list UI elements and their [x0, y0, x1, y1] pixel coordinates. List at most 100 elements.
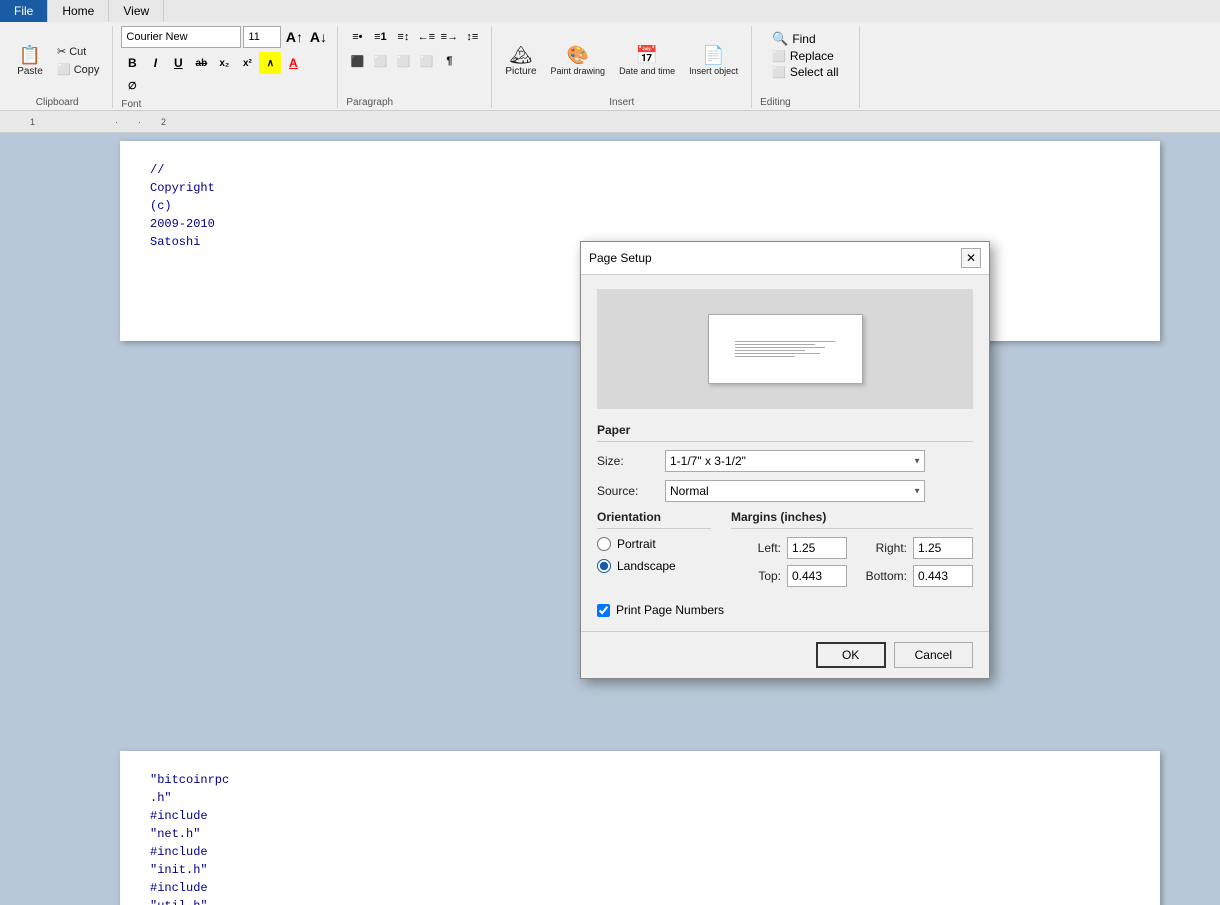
- preview-line: [735, 356, 795, 357]
- print-page-numbers-row: Print Page Numbers: [597, 603, 973, 617]
- editing-label: Editing: [760, 97, 791, 108]
- size-row: Size: 1-1/7" x 3-1/2" Letter A4 Legal: [597, 450, 973, 472]
- landscape-radio[interactable]: [597, 559, 611, 573]
- strikethrough-button[interactable]: ab: [190, 52, 212, 74]
- source-select-wrapper: Normal Tray 1 Tray 2: [665, 480, 925, 502]
- superscript-button[interactable]: x²: [236, 52, 258, 74]
- shrink-font-button[interactable]: A↓: [307, 26, 329, 48]
- replace-button[interactable]: ⬜ Replace: [768, 48, 842, 64]
- list-bullet-button[interactable]: ≡•: [346, 26, 368, 48]
- preview-line: [735, 350, 805, 351]
- indent-inc-button[interactable]: ≡→: [438, 26, 460, 48]
- picture-button[interactable]: 🏔 Picture: [500, 42, 541, 80]
- underline-button[interactable]: U: [167, 52, 189, 74]
- multilevel-list-button[interactable]: ≡↕: [392, 26, 414, 48]
- orientation-section: Orientation Portrait Landscape: [597, 510, 711, 593]
- paper-section-label: Paper: [597, 423, 973, 442]
- list-number-button[interactable]: ≡1: [369, 26, 391, 48]
- paper-source-select[interactable]: Normal Tray 1 Tray 2: [665, 480, 925, 502]
- copy-button[interactable]: ⬜ Copy: [52, 61, 104, 78]
- document-text-bottom: "bitcoinrpc .h" #include "net.h" #includ…: [150, 771, 1130, 905]
- margins-section: Margins (inches) Left: Top:: [731, 510, 973, 593]
- margins-right-bottom: Right: Bottom:: [857, 537, 973, 593]
- document-paper-bottom[interactable]: "bitcoinrpc .h" #include "net.h" #includ…: [120, 751, 1160, 905]
- highlight-button[interactable]: ∧: [259, 52, 281, 74]
- dialog-titlebar: Page Setup ✕: [581, 242, 989, 275]
- portrait-radio[interactable]: [597, 537, 611, 551]
- dialog-close-button[interactable]: ✕: [961, 248, 981, 268]
- bottom-margin-input[interactable]: [913, 565, 973, 587]
- font-size-input[interactable]: [243, 26, 281, 48]
- page-setup-dialog: Page Setup ✕: [580, 241, 990, 679]
- ribbon-group-paragraph: ≡• ≡1 ≡↕ ←≡ ≡→ ↕≡ ⬛ ⬜ ⬜ ⬜ ¶ Paragraph: [338, 26, 492, 108]
- subscript-button[interactable]: x₂: [213, 52, 235, 74]
- top-margin-row: Top:: [731, 565, 847, 587]
- preview-lines: [729, 335, 841, 363]
- orientation-label: Orientation: [597, 510, 711, 529]
- line-spacing-button[interactable]: ↕≡: [461, 26, 483, 48]
- paint-drawing-button[interactable]: 🎨 Paint drawing: [546, 42, 611, 79]
- ribbon-tabs: File Home View: [0, 0, 1220, 22]
- italic-button[interactable]: I: [144, 52, 166, 74]
- preview-line: [735, 353, 820, 354]
- margins-left-top: Left: Top:: [731, 537, 847, 593]
- justify-button[interactable]: ⬜: [415, 50, 437, 72]
- preview-line: [735, 347, 825, 348]
- bold-button[interactable]: B: [121, 52, 143, 74]
- paste-button[interactable]: 📋 Paste: [10, 42, 50, 80]
- insert-icon: 📄: [702, 45, 724, 66]
- find-button[interactable]: 🔍 Find: [768, 30, 842, 48]
- align-center-button[interactable]: ⬜: [369, 50, 391, 72]
- ok-button[interactable]: OK: [816, 642, 886, 668]
- dialog-title: Page Setup: [589, 251, 652, 265]
- tab-file[interactable]: File: [0, 0, 48, 22]
- paste-icon: 📋: [19, 45, 41, 66]
- font-name-input[interactable]: [121, 26, 241, 48]
- font-name-row: A↑ A↓: [121, 26, 329, 48]
- show-hide-button[interactable]: ¶: [438, 50, 460, 72]
- align-right-button[interactable]: ⬜: [392, 50, 414, 72]
- cut-button[interactable]: ✂ Cut: [52, 43, 104, 60]
- left-margin-input[interactable]: [787, 537, 847, 559]
- right-margin-input[interactable]: [913, 537, 973, 559]
- page-preview: [708, 314, 863, 384]
- clipboard-label: Clipboard: [36, 97, 79, 108]
- paragraph-label: Paragraph: [346, 97, 393, 108]
- insert-label: Insert: [609, 97, 634, 108]
- font-color-button[interactable]: A: [282, 52, 304, 74]
- portrait-label: Portrait: [617, 537, 656, 551]
- bottom-margin-row: Bottom:: [857, 565, 973, 587]
- left-label: Left:: [731, 541, 781, 555]
- ribbon-group-font: A↑ A↓ B I U ab x₂ x² ∧ A ∅ Font: [113, 26, 338, 108]
- cut-copy-col: ✂ Cut ⬜ Copy: [52, 43, 104, 78]
- find-icon: 🔍: [772, 31, 788, 47]
- date-time-button[interactable]: 📅 Date and time: [614, 42, 680, 79]
- align-left-button[interactable]: ⬛: [346, 50, 368, 72]
- size-label: Size:: [597, 454, 657, 468]
- clear-format-button[interactable]: ∅: [121, 75, 143, 97]
- landscape-row: Landscape: [597, 559, 711, 573]
- paragraph-top-btns: ≡• ≡1 ≡↕ ←≡ ≡→ ↕≡: [346, 26, 483, 48]
- select-all-button[interactable]: ⬜ Select all: [768, 64, 842, 80]
- source-label: Source:: [597, 484, 657, 498]
- paragraph-controls: ≡• ≡1 ≡↕ ←≡ ≡→ ↕≡ ⬛ ⬜ ⬜ ⬜ ¶: [346, 26, 483, 95]
- tab-home[interactable]: Home: [48, 0, 109, 22]
- paragraph-bottom-btns: ⬛ ⬜ ⬜ ⬜ ¶: [346, 50, 483, 72]
- right-margin-row: Right:: [857, 537, 973, 559]
- indent-dec-button[interactable]: ←≡: [415, 26, 437, 48]
- grow-font-button[interactable]: A↑: [283, 26, 305, 48]
- insert-object-button[interactable]: 📄 Insert object: [684, 42, 743, 79]
- print-page-numbers-checkbox[interactable]: [597, 604, 610, 617]
- tab-view[interactable]: View: [109, 0, 164, 22]
- scissors-icon: ✂: [57, 45, 66, 58]
- top-label: Top:: [731, 569, 781, 583]
- font-label: Font: [121, 99, 141, 110]
- format-buttons: B I U ab x₂ x² ∧ A ∅: [121, 52, 321, 97]
- clipboard-content: 📋 Paste ✂ Cut ⬜ Copy: [10, 26, 104, 95]
- paint-icon: 🎨: [567, 45, 589, 66]
- editing-content: 🔍 Find ⬜ Replace ⬜ Select all: [760, 26, 850, 95]
- paper-size-select[interactable]: 1-1/7" x 3-1/2" Letter A4 Legal: [665, 450, 925, 472]
- cancel-button[interactable]: Cancel: [894, 642, 973, 668]
- insert-content: 🏔 Picture 🎨 Paint drawing 📅 Date and tim…: [500, 26, 743, 95]
- top-margin-input[interactable]: [787, 565, 847, 587]
